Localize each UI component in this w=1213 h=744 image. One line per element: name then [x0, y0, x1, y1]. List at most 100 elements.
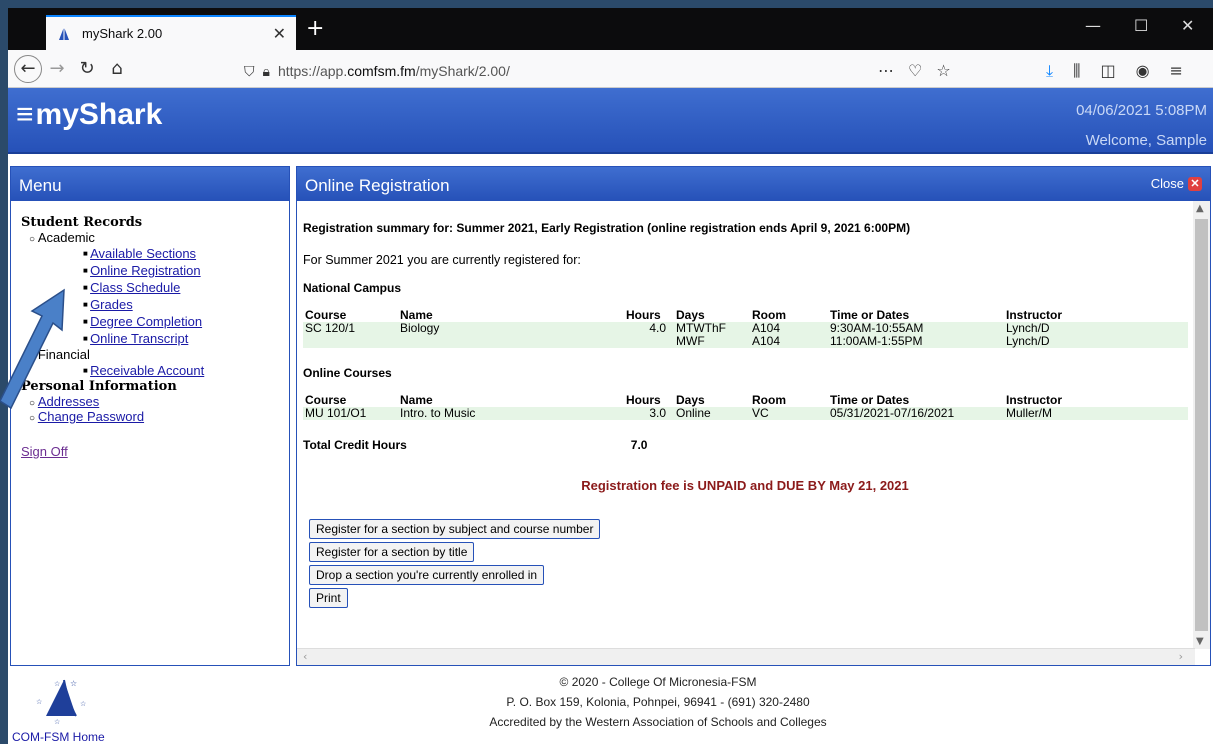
tracking-shield-icon[interactable]: ⛉ — [244, 63, 255, 80]
tab-close-icon[interactable]: ✕ — [273, 24, 286, 43]
url-bar[interactable]: ⛉ 🔒︎ https://app. comfsm.fm/myShark/2.00/ — [244, 56, 978, 86]
menu-link-grades[interactable]: Grades — [90, 297, 133, 312]
url-prefix: https://app. — [277, 63, 348, 79]
reload-icon[interactable]: ↻ — [72, 54, 102, 84]
menu-link-available-sections[interactable]: Available Sections — [90, 246, 196, 261]
cell-room: VC — [752, 406, 769, 420]
svg-text:☆: ☆ — [54, 718, 60, 726]
registration-body: Registration summary for: Summer 2021, E… — [297, 201, 1193, 649]
table-row: MWF A104 11:00AM-1:55PM Lynch/D — [303, 335, 1188, 348]
total-label: Total Credit Hours — [303, 438, 407, 452]
bookmark-star-icon[interactable]: ☆ — [936, 61, 950, 80]
svg-text:☆: ☆ — [36, 698, 42, 706]
cell-name: Biology — [400, 321, 440, 335]
comfsm-logo-icon[interactable]: ☆ ☆ ☆ ☆ ☆ — [24, 676, 94, 726]
header-welcome: Welcome, Sample — [1085, 132, 1207, 149]
tab-title: myShark 2.00 — [82, 26, 163, 41]
svg-text:☆: ☆ — [80, 700, 86, 708]
drop-section-button[interactable]: Drop a section you're currently enrolled… — [309, 565, 545, 585]
footer-accreditation: Accredited by the Western Association of… — [489, 715, 827, 729]
more-actions-icon[interactable]: ⋯ — [878, 61, 894, 80]
footer-text: © 2020 - College Of Micronesia-FSM P. O.… — [408, 672, 908, 732]
menu-link-degree-completion[interactable]: Degree Completion — [90, 314, 202, 329]
cell-course: SC 120/1 — [305, 321, 356, 335]
download-icon[interactable]: ⤓ — [1046, 61, 1053, 81]
url-path: /myShark/2.00/ — [415, 63, 510, 79]
cell-room: A104 — [752, 334, 781, 348]
menu-toggle-icon[interactable]: ≡ — [16, 98, 34, 131]
maximize-icon[interactable]: ☐ — [1134, 16, 1148, 35]
forward-icon[interactable]: → — [42, 54, 72, 84]
cell-name — [398, 335, 624, 348]
annotation-arrow-icon — [0, 288, 65, 410]
scroll-up-icon[interactable]: ▲ — [1196, 203, 1204, 214]
cell-time: 11:00AM-1:55PM — [830, 334, 923, 348]
cell-time: 05/31/2021-07/16/2021 — [830, 406, 955, 420]
home-link[interactable]: COM-FSM Home — [12, 730, 105, 744]
svg-text:☆: ☆ — [54, 680, 60, 688]
tab-bar: myShark 2.00 ✕ + — ☐ ✕ — [8, 8, 1213, 50]
academic-label: Academic — [37, 230, 95, 245]
registration-header: Online Registration Close ✕ — [297, 167, 1210, 201]
register-by-subject-button[interactable]: Register for a section by subject and co… — [309, 519, 601, 539]
cell-hours: 3.0 — [649, 406, 666, 420]
url-actions: ⋯ ♡ ☆ — [878, 61, 951, 80]
scroll-right-icon[interactable]: › — [1179, 650, 1183, 663]
shark-favicon-icon — [59, 26, 69, 40]
cell-name: Intro. to Music — [400, 406, 476, 420]
student-records-heading: Student Records — [21, 215, 143, 230]
home-icon[interactable]: ⌂ — [102, 54, 132, 84]
register-by-title-button[interactable]: Register for a section by title — [309, 542, 475, 562]
sign-off-link[interactable]: Sign Off — [21, 444, 68, 459]
total-value: 7.0 — [630, 438, 648, 452]
scroll-left-icon[interactable]: ‹ — [303, 650, 307, 663]
cell-days: MWF — [676, 334, 705, 348]
sidebar-icon[interactable]: ◫ — [1100, 61, 1115, 81]
horizontal-scrollbar[interactable]: ‹ › — [297, 648, 1195, 665]
menu-link-online-transcript[interactable]: Online Transcript — [90, 331, 188, 346]
app-footer: ☆ ☆ ☆ ☆ ☆ COM-FSM Home © 2020 - College … — [8, 670, 1213, 744]
browser-tab[interactable]: myShark 2.00 ✕ — [46, 15, 296, 50]
pocket-icon[interactable]: ♡ — [908, 61, 922, 80]
account-icon[interactable]: ◉ — [1136, 61, 1150, 81]
close-button[interactable]: Close ✕ — [1151, 176, 1202, 191]
menu-link-online-registration[interactable]: Online Registration — [90, 263, 201, 278]
national-campus-heading: National Campus — [303, 281, 402, 295]
menu-panel: Menu Student Records Academic Available … — [10, 166, 290, 666]
cell-days: Online — [676, 406, 711, 420]
lock-icon[interactable]: 🔒︎ — [263, 63, 270, 80]
close-x-icon: ✕ — [1188, 176, 1202, 191]
total-credit-hours: Total Credit Hours 7.0 — [303, 438, 1187, 452]
toolbar-right: ⤓ ⫼ ◫ ◉ ≡ — [1046, 61, 1183, 81]
print-button[interactable]: Print — [309, 588, 348, 608]
back-icon[interactable]: ← — [14, 54, 42, 83]
registration-intro: For Summer 2021 you are currently regist… — [303, 253, 581, 267]
hamburger-menu-icon[interactable]: ≡ — [1170, 61, 1183, 81]
browser-window: myShark 2.00 ✕ + — ☐ ✕ ← → ↻ ⌂ ⛉ 🔒︎ http… — [8, 8, 1213, 744]
menu-link-class-schedule[interactable]: Class Schedule — [90, 280, 180, 295]
table-row: MU 101/O1 Intro. to Music 3.0 Online VC … — [303, 407, 1188, 420]
cell-instructor: Muller/M — [1006, 406, 1053, 420]
new-tab-icon[interactable]: + — [306, 16, 324, 41]
table-row: SC 120/1 Biology 4.0 MTWThF A104 9:30AM-… — [303, 322, 1188, 335]
online-courses-table: Course Name Hours Days Room Time or Date… — [303, 394, 1188, 420]
registration-panel: Online Registration Close ✕ Registration … — [296, 166, 1211, 666]
cell-course — [303, 335, 398, 348]
online-courses-heading: Online Courses — [303, 366, 392, 380]
myshark-app: ≡myShark 04/06/2021 5:08PM Welcome, Samp… — [8, 88, 1213, 744]
cell-course: MU 101/O1 — [305, 406, 367, 420]
footer-address: P. O. Box 159, Kolonia, Pohnpei, 96941 -… — [506, 695, 810, 709]
minimize-icon[interactable]: — — [1085, 16, 1101, 35]
library-icon[interactable]: ⫼ — [1073, 61, 1080, 81]
menu-link-receivable-account[interactable]: Receivable Account — [90, 363, 204, 378]
svg-text:☆: ☆ — [70, 679, 77, 688]
scroll-thumb[interactable] — [1195, 219, 1208, 631]
scroll-down-icon[interactable]: ▼ — [1196, 636, 1204, 647]
app-brand[interactable]: ≡myShark — [16, 98, 162, 132]
cell-hours — [624, 335, 674, 348]
url-domain: comfsm.fm — [347, 63, 416, 79]
vertical-scrollbar[interactable]: ▲ ▼ — [1193, 201, 1210, 649]
cell-hours: 4.0 — [649, 321, 666, 335]
window-close-icon[interactable]: ✕ — [1181, 16, 1194, 35]
cell-instructor: Lynch/D — [1006, 334, 1050, 348]
